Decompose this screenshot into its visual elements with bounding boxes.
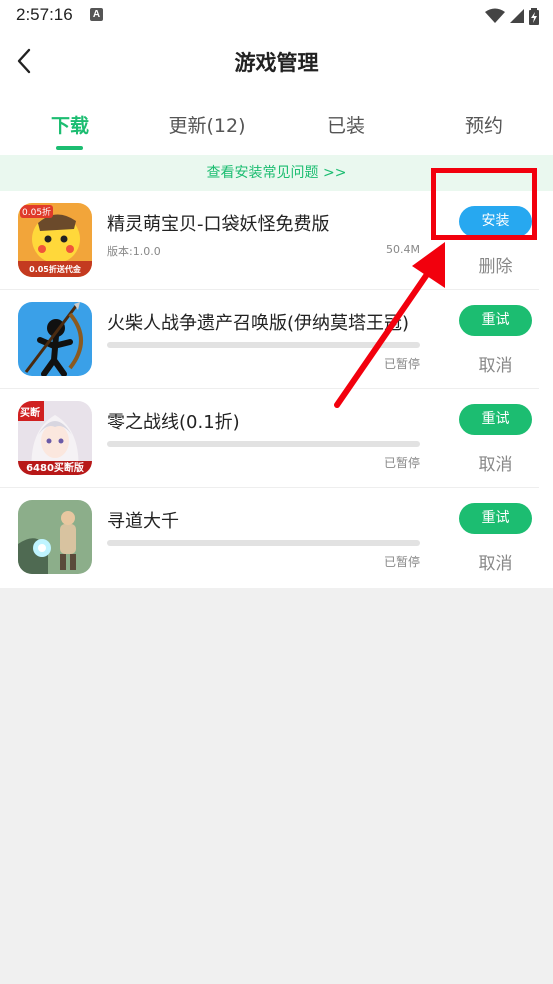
download-status: 已暂停 <box>383 357 420 371</box>
tab-installed[interactable]: 已装 <box>306 111 386 138</box>
cancel-button[interactable]: 取消 <box>459 351 532 376</box>
download-item: 寻道大千 已暂停 重试 取消 <box>0 489 553 587</box>
game-size: 50.4M <box>386 243 420 256</box>
signal-icon <box>510 9 524 23</box>
divider <box>0 388 539 389</box>
retry-button[interactable]: 重试 <box>459 305 532 336</box>
highlight-box <box>431 168 537 240</box>
game-icon-warrior[interactable] <box>18 500 92 574</box>
tab-bar: 下载 更新(12) 已装 预约 <box>0 102 553 152</box>
divider <box>0 289 539 290</box>
tab-update[interactable]: 更新(12) <box>157 111 257 138</box>
page-title: 游戏管理 <box>234 51 319 75</box>
game-name: 零之战线(0.1折) <box>107 412 240 433</box>
retry-button[interactable]: 重试 <box>459 503 532 534</box>
download-progress <box>107 441 420 447</box>
game-icon-stickman[interactable] <box>18 302 92 376</box>
game-icon-pikachu[interactable]: 0.05折 0.05折送代金 <box>18 203 92 277</box>
status-icons <box>485 6 539 26</box>
divider <box>0 487 539 488</box>
icon-caption: 0.05折送代金 <box>29 265 81 274</box>
icon-badge: 0.05折 <box>20 205 54 218</box>
game-name: 寻道大千 <box>107 511 179 532</box>
game-name: 火柴人战争遗产召唤版(伊纳莫塔王冠) <box>107 313 410 334</box>
cancel-button[interactable]: 取消 <box>459 549 532 574</box>
wifi-icon <box>485 8 505 23</box>
delete-button[interactable]: 删除 <box>459 252 532 277</box>
game-version: 版本:1.0.0 <box>107 245 161 258</box>
download-status: 已暂停 <box>383 555 420 569</box>
download-progress <box>107 342 420 348</box>
notification-icon: A <box>90 8 103 21</box>
game-name: 精灵萌宝贝-口袋妖怪免费版 <box>107 214 330 235</box>
app-header: 游戏管理 <box>0 32 553 92</box>
tab-reserve[interactable]: 预约 <box>444 111 524 138</box>
retry-button[interactable]: 重试 <box>459 404 532 435</box>
download-progress <box>107 540 420 546</box>
battery-icon <box>529 7 539 25</box>
status-bar: 2:57:16 A <box>0 0 553 32</box>
tab-download[interactable]: 下载 <box>30 111 110 138</box>
icon-caption: 6480买断版 <box>26 463 84 474</box>
status-time: 2:57:16 <box>16 5 73 24</box>
icon-badge: 买断 <box>20 408 40 419</box>
game-icon-anime-girl[interactable]: 买断 6480买断版 <box>18 401 92 475</box>
active-tab-indicator <box>56 146 83 150</box>
download-status: 已暂停 <box>383 456 420 470</box>
cancel-button[interactable]: 取消 <box>459 450 532 475</box>
download-item: 火柴人战争遗产召唤版(伊纳莫塔王冠) 已暂停 重试 取消 <box>0 291 553 389</box>
download-item: 买断 6480买断版 零之战线(0.1折) 已暂停 重试 取消 <box>0 390 553 488</box>
